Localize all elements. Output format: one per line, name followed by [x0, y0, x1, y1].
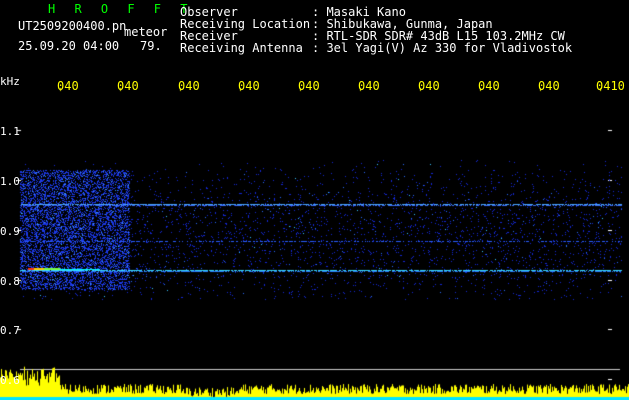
y-tick-label: 1.0 [0, 175, 20, 188]
datetime: 25.09.20 04:00 [18, 39, 120, 53]
time-tick-label: 040 [418, 80, 440, 92]
time-tick-label: 040 [358, 80, 380, 92]
info-label-antenna: Receiving Antenna [180, 41, 303, 55]
time-tick-label: 0410 [596, 80, 625, 92]
y-tick-label: 0.8 [0, 275, 20, 288]
y-tick-label: 0.6 [0, 374, 20, 387]
time-tick-label: 040 [298, 80, 320, 92]
y-tick-label: 1.1 [0, 125, 20, 138]
time-tick-label: 040 [57, 80, 79, 92]
time-tick-label: 040 [538, 80, 560, 92]
count-label: 79. [140, 39, 162, 53]
time-tick-label: 040 [478, 80, 500, 92]
station-code: H R O F F T [48, 2, 194, 16]
time-tick-label: 040 [178, 80, 200, 92]
info-value-antenna: : 3el Yagi(V) Az 330 for Vladivostok [312, 41, 573, 55]
mode-label: meteor [124, 25, 168, 39]
time-tick-label: 040 [238, 80, 260, 92]
y-tick-label: 0.9 [0, 225, 20, 238]
y-axis-unit: kHz [0, 75, 20, 88]
filename: UT2509200400.pn [18, 19, 127, 33]
spectrogram-plot [0, 0, 629, 400]
y-tick-label: 0.7 [0, 324, 20, 337]
time-tick-label: 040 [117, 80, 139, 92]
